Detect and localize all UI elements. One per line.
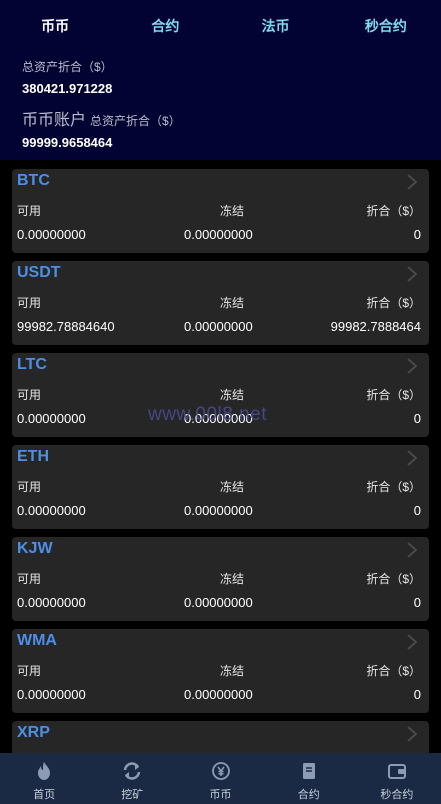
available-label: 可用 — [17, 204, 42, 218]
wallet-icon — [387, 764, 406, 779]
chevron-right-icon — [407, 266, 418, 282]
chevron-right-icon — [407, 726, 418, 742]
frozen-value: 0.00000000 — [184, 227, 253, 242]
chevron-right-icon — [407, 358, 418, 374]
frozen-label: 冻结 — [219, 480, 244, 494]
frozen-value: 0.00000000 — [184, 411, 253, 426]
converted-label: 折合（$） — [366, 388, 421, 402]
asset-card-ltc[interactable]: LTC 可用 冻结 折合（$） 0.00000000 0.00000000 0 — [12, 353, 429, 437]
tab-contract[interactable]: 合约 — [110, 0, 220, 52]
total-assets-label: 总资产折合（$） — [22, 60, 113, 74]
account-title: 币币账户 总资产折合（$） — [22, 106, 181, 130]
chevron-right-icon — [407, 542, 418, 558]
top-header: 币币 合约 法币 秒合约 总资产折合（$） 380421.971228 币币账户… — [0, 0, 441, 160]
asset-card-btc[interactable]: BTC 可用 冻结 折合（$） 0.00000000 0.00000000 0 — [12, 169, 429, 253]
nav-second-contract[interactable]: 秒合约 — [353, 753, 441, 804]
coin-name: WMA — [17, 632, 57, 649]
converted-value: 0 — [413, 503, 421, 518]
available-value: 0.00000000 — [17, 227, 86, 242]
coin-name: BTC — [17, 172, 50, 189]
asset-card-wma[interactable]: WMA 可用 冻结 折合（$） 0.00000000 0.00000000 0 — [12, 629, 429, 713]
coin-name: LTC — [17, 356, 47, 373]
nav-contract[interactable]: 合约 — [265, 753, 353, 804]
frozen-value: 0.00000000 — [184, 319, 253, 334]
available-value: 0.00000000 — [17, 411, 86, 426]
chevron-right-icon — [407, 634, 418, 650]
nav-label: 币币 — [209, 789, 232, 801]
converted-value: 0 — [413, 595, 421, 610]
frozen-value: 0.00000000 — [184, 687, 253, 702]
coin-name: KJW — [17, 540, 53, 557]
frozen-label: 冻结 — [219, 388, 244, 402]
frozen-label: 冻结 — [219, 572, 244, 586]
available-value: 99982.78884640 — [17, 319, 115, 334]
tab-fiat[interactable]: 法币 — [221, 0, 331, 52]
bottom-nav: 首页 挖矿 币币 合约 秒合约 — [0, 753, 441, 804]
frozen-value: 0.00000000 — [184, 595, 253, 610]
converted-label: 折合（$） — [366, 572, 421, 586]
available-value: 0.00000000 — [17, 687, 86, 702]
account-sub-label: 总资产折合（$） — [90, 114, 181, 128]
nav-spot[interactable]: 币币 — [176, 753, 264, 804]
chevron-right-icon — [407, 450, 418, 466]
swap-icon — [124, 762, 141, 780]
flame-icon — [38, 762, 51, 780]
total-assets-value: 380421.971228 — [22, 81, 113, 96]
tab-spot[interactable]: 币币 — [0, 0, 110, 52]
frozen-label: 冻结 — [219, 204, 244, 218]
frozen-label: 冻结 — [219, 664, 244, 678]
available-label: 可用 — [17, 480, 42, 494]
chevron-right-icon — [407, 174, 418, 190]
available-value: 0.00000000 — [17, 595, 86, 610]
frozen-value: 0.00000000 — [184, 503, 253, 518]
available-label: 可用 — [17, 572, 42, 586]
converted-label: 折合（$） — [366, 204, 421, 218]
tab-second-contract[interactable]: 秒合约 — [331, 0, 441, 52]
available-label: 可用 — [17, 296, 42, 310]
document-icon — [302, 763, 315, 779]
asset-list: BTC 可用 冻结 折合（$） 0.00000000 0.00000000 0 … — [12, 169, 429, 753]
nav-label: 首页 — [33, 789, 56, 801]
available-label: 可用 — [17, 388, 42, 402]
converted-label: 折合（$） — [366, 480, 421, 494]
frozen-label: 冻结 — [219, 296, 244, 310]
nav-mining[interactable]: 挖矿 — [88, 753, 176, 804]
coin-name: ETH — [17, 448, 49, 465]
converted-label: 折合（$） — [366, 664, 421, 678]
available-label: 可用 — [17, 664, 42, 678]
converted-value: 0 — [413, 227, 421, 242]
nav-home[interactable]: 首页 — [0, 753, 88, 804]
coin-icon — [211, 762, 230, 780]
asset-card-usdt[interactable]: USDT 可用 冻结 折合（$） 99982.78884640 0.000000… — [12, 261, 429, 345]
nav-label: 秒合约 — [380, 789, 414, 801]
converted-value: 0 — [413, 411, 421, 426]
converted-value: 99982.7888464 — [330, 319, 421, 334]
coin-name: USDT — [17, 264, 61, 281]
asset-card-xrp[interactable]: XRP — [12, 721, 429, 753]
asset-card-eth[interactable]: ETH 可用 冻结 折合（$） 0.00000000 0.00000000 0 — [12, 445, 429, 529]
nav-label: 挖矿 — [121, 789, 144, 801]
tab-bar: 币币 合约 法币 秒合约 — [0, 0, 441, 52]
account-value: 99999.9658464 — [22, 135, 113, 150]
nav-label: 合约 — [297, 789, 320, 801]
account-label: 币币账户 — [22, 112, 87, 129]
converted-value: 0 — [413, 687, 421, 702]
available-value: 0.00000000 — [17, 503, 86, 518]
asset-card-kjw[interactable]: KJW 可用 冻结 折合（$） 0.00000000 0.00000000 0 — [12, 537, 429, 621]
coin-name: XRP — [17, 724, 50, 741]
converted-label: 折合（$） — [366, 296, 421, 310]
